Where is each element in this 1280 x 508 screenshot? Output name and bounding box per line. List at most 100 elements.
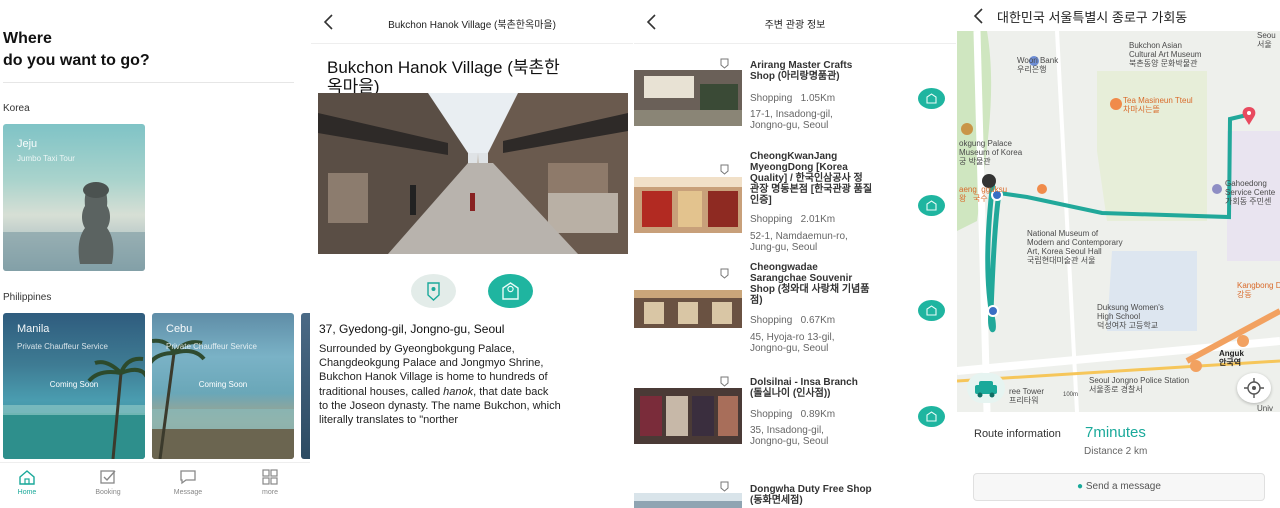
place-category: Shopping [750,93,793,104]
name-line: 관장 명동본점 [한국관광 품질 [750,184,873,195]
shop-image [634,388,742,444]
guide-button[interactable] [918,406,945,427]
send-message-text: Send a message [1085,481,1161,492]
place-thumbnail [634,177,742,233]
place-name: Cheongwadae Sarangchae Souvenir Shop (청와… [750,262,900,306]
description-line: traditional houses, called hanok, that d… [319,385,625,399]
name-line: Shop (청와대 사랑채 기념품 [750,284,870,295]
description-italic: hanok [443,385,474,398]
bottom-tab-bar: Home Booking Message more [0,462,310,508]
place-thumbnail [634,388,742,444]
place-name: Dongwha Duty Free Shop (동화면세점) [750,484,900,506]
guide-button[interactable] [918,300,945,321]
card-subtitle: Private Chauffeur Service [166,342,258,351]
place-category: Shopping [750,409,793,420]
back-arrow-icon[interactable] [969,6,989,26]
car-icon [975,381,997,398]
destination-card-cebu[interactable]: Cebu Private Chauffeur Service Coming So… [152,313,294,459]
locate-me-button[interactable] [1237,373,1271,403]
page-title: Where do you want to go? [3,28,150,72]
place-distance: 0.67Km [800,315,836,326]
place-distance: 0.89Km [800,409,836,420]
destination-card-jeju[interactable]: Jeju Jumbo Taxi Tour [3,124,145,271]
destination-card-partial[interactable] [301,313,310,459]
address-line: Jongno-gu, Seoul [750,436,829,447]
section-label-korea: Korea [3,103,30,114]
heading-line-1: Where [3,30,52,47]
name-line: Dolsilnai - Insa Branch [750,377,858,388]
place-address: 45, Hyoja-ro 13-gil, Jongno-gu, Seoul [750,332,910,354]
map-label-police-station: Seoul Jongno Police Station 서울종로 경찰서 [1089,376,1190,394]
place-meta: Shopping 2.01Km [750,214,835,225]
map-label-anguk: Anguk 안국역 [1219,349,1244,367]
tab-label: more [262,489,278,496]
description-line: to the Joseon dynasty. The name Bukchon,… [319,399,561,412]
map-pin-icon [720,376,729,387]
guide-button[interactable] [918,88,945,109]
map-label-gahoe-center: Gahoedong Service Cente 가회동 주민센 [1225,179,1276,206]
place-name: CheongKwanJang MyeongDong [Korea Quality… [750,151,900,206]
screen-route: 대한민국 서울특별시 종로구 가회동 Woori Bank 우리은행 Bukch… [957,0,1280,508]
coming-soon-label: Coming Soon [198,380,248,389]
map-pin-button[interactable] [411,274,456,308]
place-address: 17-1, Insadong-gil, Jongno-gu, Seoul [750,109,910,131]
name-line: Shop (아리랑명품관) [750,71,840,82]
address-line: 17-1, Insadong-gil, [750,109,833,120]
header: Bukchon Hanok Village (북촌한옥마을) [311,0,633,44]
tab-booking[interactable]: Booking [83,469,133,496]
guide-person-icon [926,200,937,211]
heading-line-2: do you want to go? [3,52,150,69]
nearby-info-button[interactable] [488,274,533,308]
map-label-seoul: Seou 서울 [1257,31,1276,49]
send-message-button[interactable]: ● Send a message [973,473,1265,501]
map-label-duksung: Duksung Women's High School 덕성여자 고등학교 [1097,303,1164,330]
message-icon [180,470,196,485]
tab-more[interactable]: more [245,469,295,496]
address-line: 35, Insadong-gil, [750,425,824,436]
address-line: Jongno-gu, Seoul [750,120,829,131]
address-line: Jung-gu, Seoul [750,242,818,253]
route-map[interactable]: Woori Bank 우리은행 Bukchon Asian Cultural A… [957,31,1280,412]
guide-person-icon [926,93,937,104]
description-line: Surrounded by Gyeongbokgung Palace, [319,343,515,355]
name-line: Quality] / 한국인삼공사 정 [750,173,863,184]
description-line: Bukchon Hanok Village is home to hundred… [319,371,548,384]
map-pin-icon [720,164,729,175]
place-meta: Shopping 0.67Km [750,315,835,326]
place-photo [318,93,628,254]
hanok-alley-image [318,93,628,254]
guide-button[interactable] [918,195,945,216]
shop-image [634,70,742,126]
name-line: Arirang Master Crafts [750,60,853,71]
place-name: Dolsilnai - Insa Branch (돌실나이 (인사점)) [750,377,900,399]
map-label-palace-museum: okgung Palace Museum of Korea 궁 박물관 [959,139,1023,166]
description-line: literally translates to "norther [319,414,459,427]
map-label-tea-house: Tea Masineun Tteul 차마시는뜰 [1123,96,1193,114]
name-line: MyeongDong [Korea [750,162,848,173]
place-address: 35, Insadong-gil, Jongno-gu, Seoul [750,425,910,447]
place-address: 52-1, Namdaemun-ro, Jung-gu, Seoul [750,231,910,253]
route-info-label: Route information [974,428,1061,440]
place-category: Shopping [750,214,793,225]
header-title: 주변 관광 정보 [764,20,826,31]
address-line: 52-1, Namdaemun-ro, [750,231,848,242]
name-line: (돌실나이 (인사점)) [750,388,831,399]
map-pin-icon [427,282,440,301]
name-line: 점) [750,295,763,306]
destination-card-manila[interactable]: Manila Private Chauffeur Service Coming … [3,313,145,459]
guide-person-icon [926,411,937,422]
tab-home[interactable]: Home [2,469,52,496]
send-message-label: ● Send a message [1077,481,1161,492]
place-address: 37, Gyedong-gil, Jongno-gu, Seoul [319,322,505,336]
tab-message[interactable]: Message [163,469,213,496]
vehicle-button[interactable] [967,373,1005,403]
card-subtitle: Private Chauffeur Service [17,342,109,351]
header-title: 대한민국 서울특별시 종로구 가회동 [997,10,1188,25]
name-line: Cheongwadae [750,262,818,273]
screen-destinations: Where do you want to go? Korea Jeju Jumb… [0,0,310,508]
map-label-kangbong: Kangbong Do 강동 [1237,281,1280,299]
map-pin-icon [720,481,729,492]
header: 대한민국 서울특별시 종로구 가회동 [957,0,1280,31]
route-distance: Distance 2 km [1084,446,1148,457]
section-label-philippines: Philippines [3,292,52,303]
